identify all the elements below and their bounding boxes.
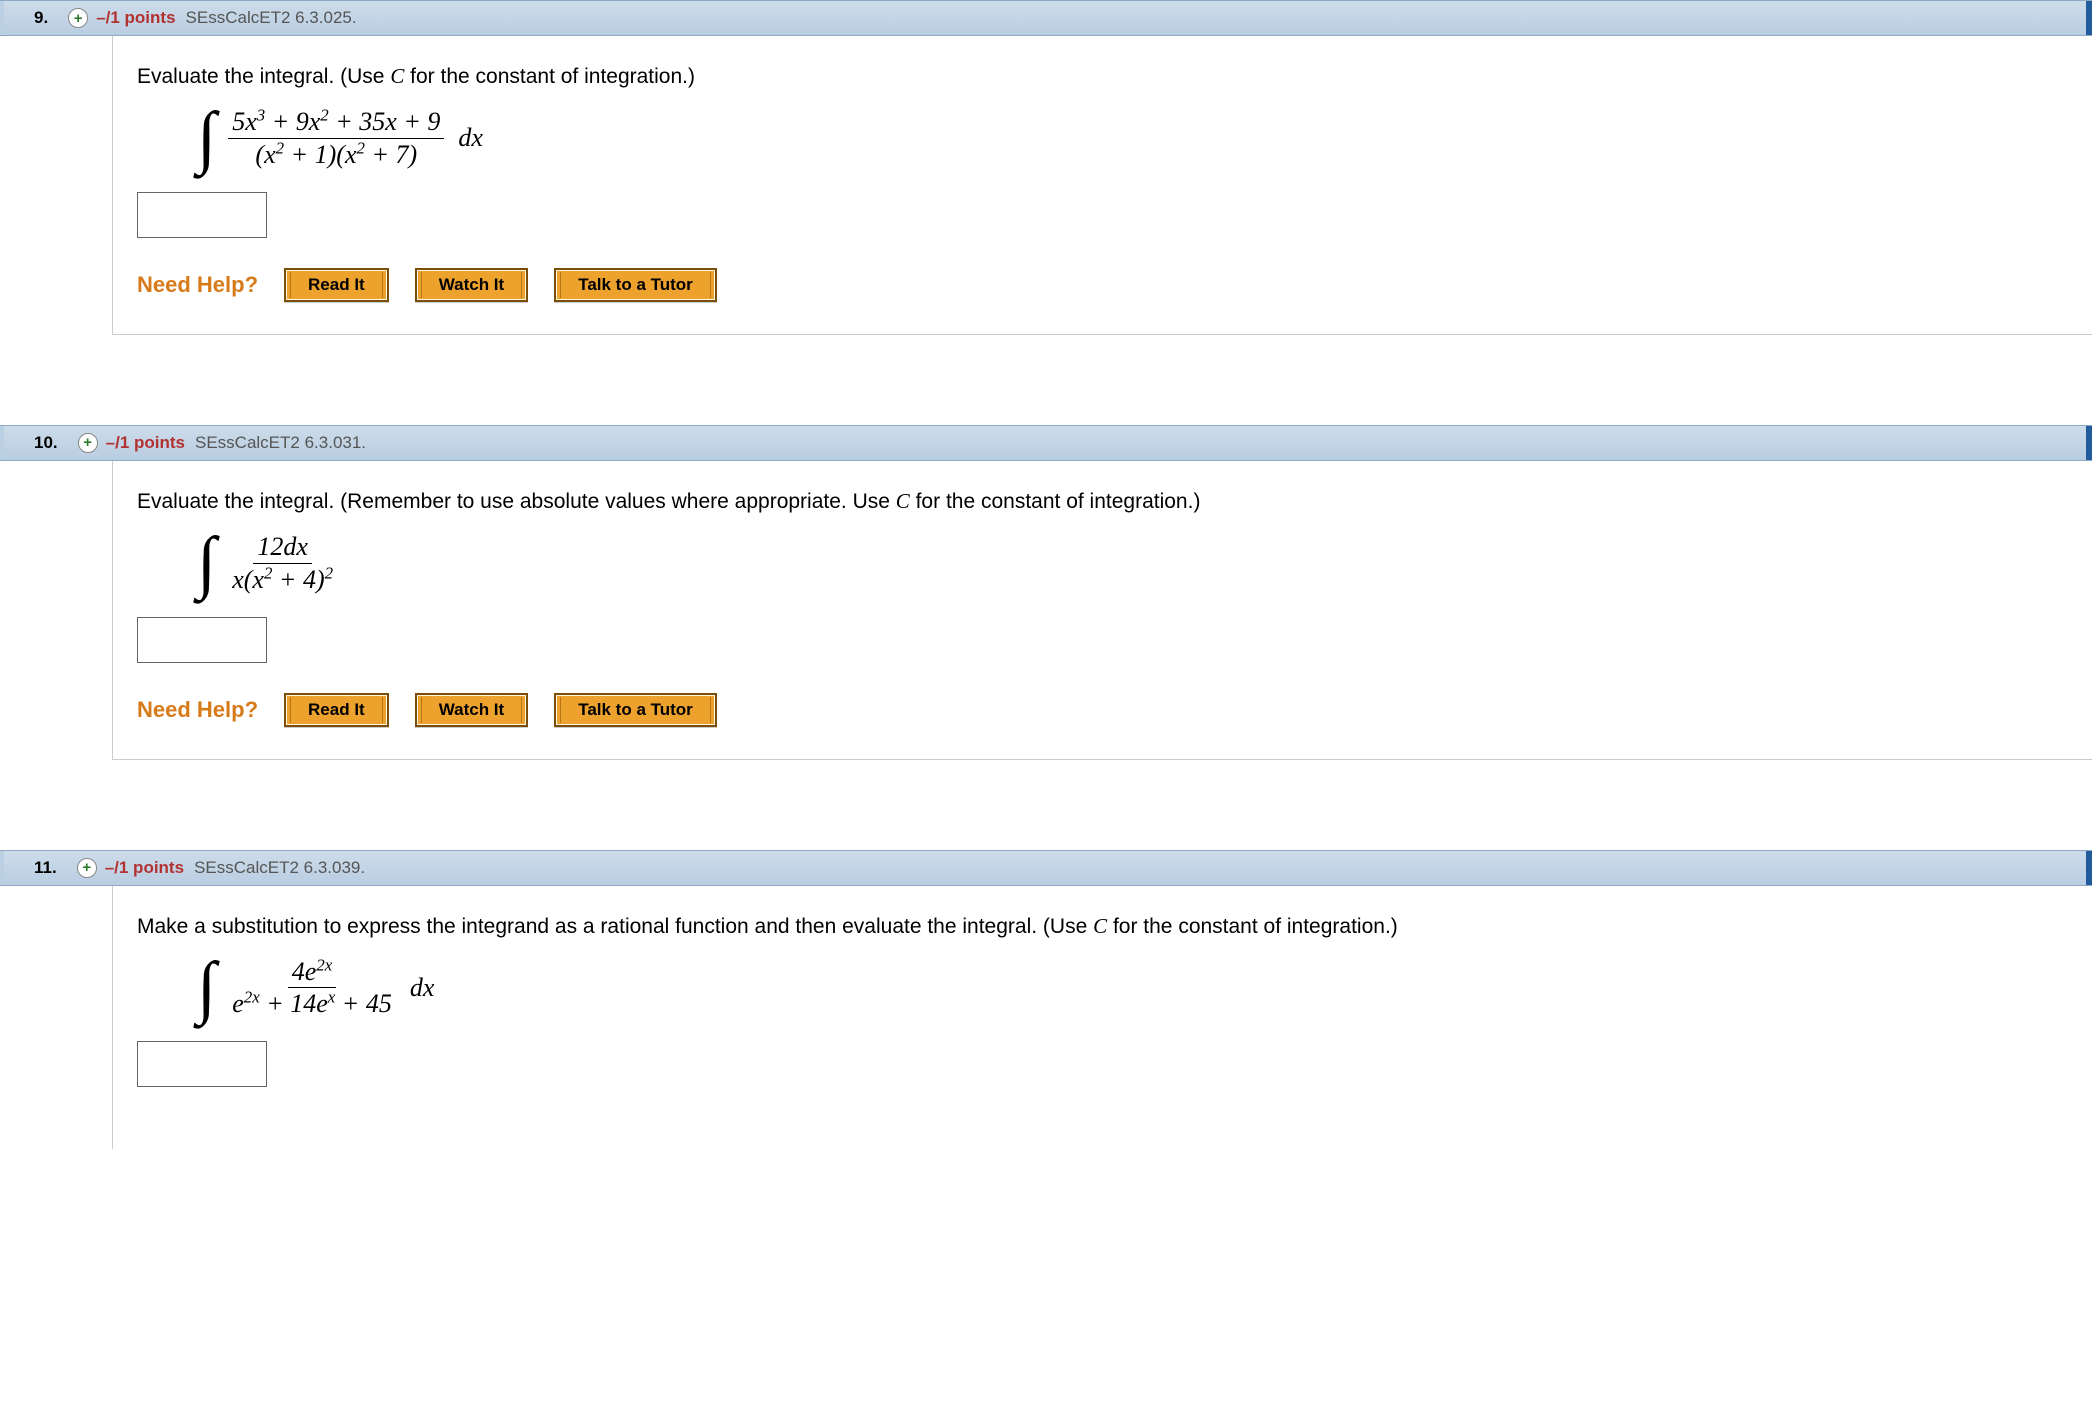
question-number: 9. [34,8,48,28]
answer-input[interactable] [137,192,267,238]
prompt-var: C [896,489,910,513]
fraction: 5x3 + 9x2 + 35x + 9 (x2 + 1)(x2 + 7) [228,107,444,170]
points-label: –/1 points [96,8,175,28]
question-10: 10. + –/1 points SEssCalcET2 6.3.031. Ev… [0,425,2092,760]
expand-icon[interactable]: + [77,858,97,878]
prompt-post: for the constant of integration.) [910,490,1201,513]
prompt-var: C [390,64,404,88]
read-it-button[interactable]: Read It [284,693,389,727]
need-help-label: Need Help? [137,272,258,298]
button-label: Watch It [439,275,504,295]
button-label: Talk to a Tutor [578,275,693,295]
talk-to-tutor-button[interactable]: Talk to a Tutor [554,693,717,727]
button-label: Talk to a Tutor [578,700,693,720]
numerator: 12dx [253,532,312,564]
prompt-pre: Make a substitution to express the integ… [137,915,1093,938]
expand-icon[interactable]: + [68,8,88,28]
accent-left [0,851,4,885]
accent-left [0,1,4,35]
question-number: 10. [34,433,58,453]
prompt: Make a substitution to express the integ… [137,914,2068,939]
watch-it-button[interactable]: Watch It [415,268,528,302]
read-it-button[interactable]: Read It [284,268,389,302]
denominator: x(x2 + 4)2 [228,564,337,595]
need-help-label: Need Help? [137,697,258,723]
integral-expression: ∫ 12dx x(x2 + 4)2 [197,532,2068,595]
points-label: –/1 points [106,433,185,453]
accent-left [0,426,4,460]
problem-code: SEssCalcET2 6.3.031. [195,433,366,453]
integral-icon: ∫ [197,117,216,159]
help-row: Need Help? Read It Watch It Talk to a Tu… [137,268,2068,302]
page: 9. + –/1 points SEssCalcET2 6.3.025. Eva… [0,0,2092,1189]
prompt: Evaluate the integral. (Use C for the co… [137,64,2068,89]
dx: dx [410,973,435,1003]
question-body: Evaluate the integral. (Use C for the co… [112,36,2092,335]
button-label: Read It [308,275,365,295]
integral-expression: ∫ 5x3 + 9x2 + 35x + 9 (x2 + 1)(x2 + 7) d… [197,107,2068,170]
integral-icon: ∫ [197,542,216,584]
numerator: 4e2x [288,957,337,989]
question-header: 9. + –/1 points SEssCalcET2 6.3.025. [0,0,2092,36]
question-body: Evaluate the integral. (Remember to use … [112,461,2092,760]
fraction: 4e2x e2x + 14ex + 45 [228,957,396,1020]
question-9: 9. + –/1 points SEssCalcET2 6.3.025. Eva… [0,0,2092,335]
question-header: 10. + –/1 points SEssCalcET2 6.3.031. [0,425,2092,461]
accent-right [2086,1,2092,35]
answer-input[interactable] [137,1041,267,1087]
help-row: Need Help? Read It Watch It Talk to a Tu… [137,693,2068,727]
integral-icon: ∫ [197,967,216,1009]
question-body: Make a substitution to express the integ… [112,886,2092,1150]
numerator: 5x3 + 9x2 + 35x + 9 [228,107,444,139]
button-label: Read It [308,700,365,720]
question-11: 11. + –/1 points SEssCalcET2 6.3.039. Ma… [0,850,2092,1150]
problem-code: SEssCalcET2 6.3.039. [194,858,365,878]
prompt-pre: Evaluate the integral. (Use [137,65,390,88]
denominator: e2x + 14ex + 45 [228,988,396,1019]
question-header: 11. + –/1 points SEssCalcET2 6.3.039. [0,850,2092,886]
button-label: Watch It [439,700,504,720]
prompt-pre: Evaluate the integral. (Remember to use … [137,490,896,513]
answer-input[interactable] [137,617,267,663]
prompt: Evaluate the integral. (Remember to use … [137,489,2068,514]
prompt-var: C [1093,914,1107,938]
accent-right [2086,851,2092,885]
points-label: –/1 points [105,858,184,878]
problem-code: SEssCalcET2 6.3.025. [186,8,357,28]
question-number: 11. [34,858,57,878]
denominator: (x2 + 1)(x2 + 7) [251,139,421,170]
expand-icon[interactable]: + [78,433,98,453]
talk-to-tutor-button[interactable]: Talk to a Tutor [554,268,717,302]
fraction: 12dx x(x2 + 4)2 [228,532,337,595]
accent-right [2086,426,2092,460]
watch-it-button[interactable]: Watch It [415,693,528,727]
dx: dx [458,123,483,153]
prompt-post: for the constant of integration.) [404,65,695,88]
integral-expression: ∫ 4e2x e2x + 14ex + 45 dx [197,957,2068,1020]
prompt-post: for the constant of integration.) [1107,915,1398,938]
